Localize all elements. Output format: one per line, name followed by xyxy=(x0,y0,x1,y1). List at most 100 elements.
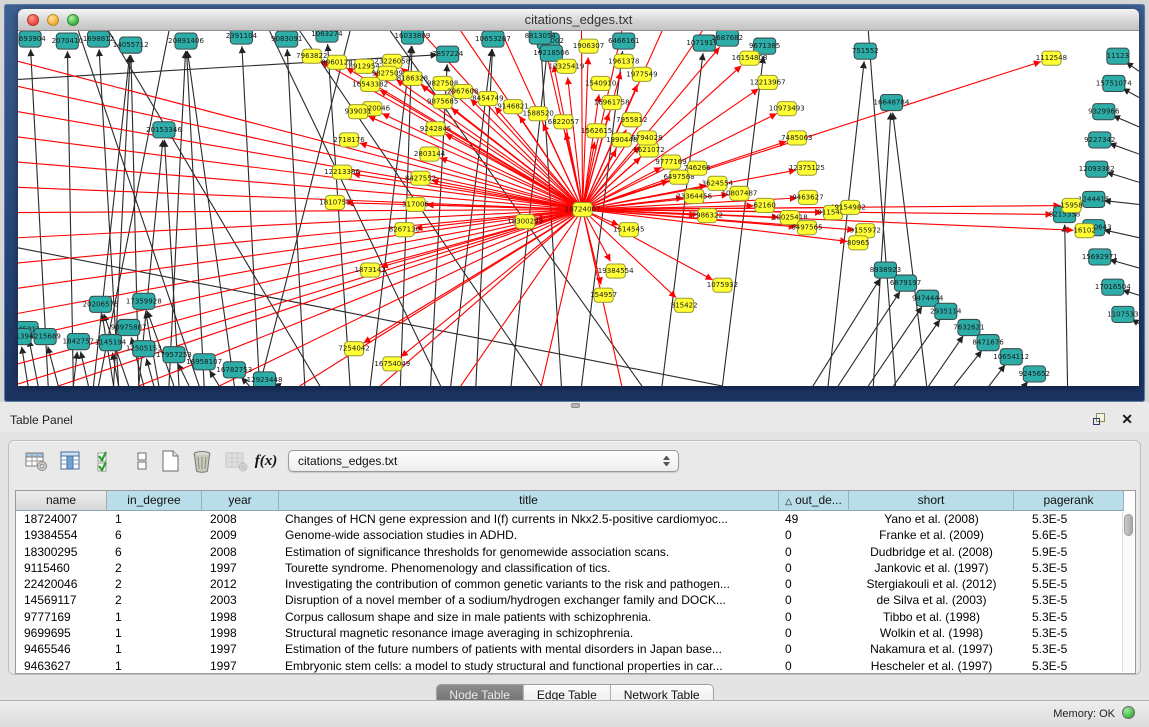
table-cell[interactable]: Stergiakouli et al. (2012) xyxy=(849,576,1014,592)
table-cell[interactable]: 0 xyxy=(779,592,849,608)
table-cell[interactable]: Changes of HCN gene expression and I(f) … xyxy=(279,511,779,527)
table-cell[interactable]: 0 xyxy=(779,544,849,560)
table-cell[interactable]: Investigating the contribution of common… xyxy=(279,576,779,592)
table-vertical-scrollbar[interactable] xyxy=(1122,512,1134,672)
table-cell[interactable]: 9465546 xyxy=(16,641,107,657)
table-cell[interactable]: 49 xyxy=(779,511,849,527)
column-header-name[interactable]: name xyxy=(16,491,107,511)
table-row[interactable]: 1872400712008Changes of HCN gene express… xyxy=(16,511,1122,527)
table-cell[interactable]: 5.3E-5 xyxy=(1014,641,1114,657)
citation-network-graph[interactable]: 1693904207041016988121405571220891406239… xyxy=(18,31,1139,386)
table-cell[interactable]: 9699695 xyxy=(16,625,107,641)
table-cell[interactable]: 0 xyxy=(779,609,849,625)
table-cell[interactable]: 5.3E-5 xyxy=(1014,625,1114,641)
table-settings-icon[interactable] xyxy=(23,448,49,474)
table-cell[interactable]: 5.3E-5 xyxy=(1014,609,1114,625)
function-icon[interactable]: f(x) xyxy=(253,448,279,474)
table-cell[interactable]: Franke et al. (2009) xyxy=(849,527,1014,543)
table-cell[interactable]: 0 xyxy=(779,658,849,673)
checklist-icon[interactable] xyxy=(93,448,119,474)
column-header-out_de[interactable]: △out_de... xyxy=(779,491,849,511)
table-row[interactable]: 1830029562008Estimation of significance … xyxy=(16,544,1122,560)
table-cell[interactable]: 2 xyxy=(107,592,202,608)
memory-ok-icon[interactable] xyxy=(1122,706,1135,719)
close-panel-icon[interactable]: ✕ xyxy=(1121,411,1133,428)
table-cell[interactable]: 2012 xyxy=(202,576,279,592)
table-cell[interactable]: de Silva et al. (2003) xyxy=(849,592,1014,608)
table-cell[interactable]: 1 xyxy=(107,641,202,657)
table-cell[interactable]: 6 xyxy=(107,544,202,560)
table-cell[interactable]: Wolkin et al. (1998) xyxy=(849,625,1014,641)
table-row[interactable]: 969969511998Structural magnetic resonanc… xyxy=(16,625,1122,641)
row-icon[interactable] xyxy=(129,448,155,474)
table-cell[interactable]: Disruption of a novel member of a sodium… xyxy=(279,592,779,608)
splitter-grip-icon[interactable] xyxy=(571,403,580,408)
table-cell[interactable]: 2008 xyxy=(202,544,279,560)
table-cell[interactable]: 1 xyxy=(107,658,202,673)
table-row[interactable]: 911546021997Tourette syndrome. Phenomeno… xyxy=(16,560,1122,576)
table-cell[interactable]: 18724007 xyxy=(16,511,107,527)
table-cell[interactable]: 6 xyxy=(107,527,202,543)
table-cell[interactable]: 2008 xyxy=(202,511,279,527)
table-cell[interactable]: 1 xyxy=(107,511,202,527)
table-cell[interactable]: Estimation of the future numbers of pati… xyxy=(279,641,779,657)
table-cell[interactable]: 0 xyxy=(779,527,849,543)
table-cell[interactable]: 0 xyxy=(779,625,849,641)
table-cell[interactable]: 0 xyxy=(779,641,849,657)
table-cell[interactable]: Hescheler et al. (1997) xyxy=(849,658,1014,673)
column-header-in_degree[interactable]: in_degree xyxy=(107,491,202,511)
minimize-window-button[interactable] xyxy=(47,14,59,26)
network-canvas[interactable]: 1693904207041016988121405571220891406239… xyxy=(18,31,1139,386)
column-header-year[interactable]: year xyxy=(202,491,279,511)
table-cell[interactable]: 2009 xyxy=(202,527,279,543)
table-cell[interactable]: 1 xyxy=(107,609,202,625)
table-cell[interactable]: Tibbo et al. (1998) xyxy=(849,609,1014,625)
table-cell[interactable]: 5.6E-5 xyxy=(1014,527,1114,543)
table-select[interactable]: citations_edges.txt xyxy=(288,450,679,472)
close-window-button[interactable] xyxy=(27,14,39,26)
zoom-window-button[interactable] xyxy=(67,14,79,26)
table-cell[interactable]: 0 xyxy=(779,576,849,592)
table-cell[interactable]: Genome-wide association studies in ADHD. xyxy=(279,527,779,543)
network-window-titlebar[interactable]: citations_edges.txt xyxy=(18,9,1139,31)
table-cell[interactable]: Yano et al. (2008) xyxy=(849,511,1014,527)
float-panel-icon[interactable] xyxy=(1093,413,1107,427)
table-row[interactable]: 977716911998Corpus callosum shape and si… xyxy=(16,609,1122,625)
network-window[interactable]: citations_edges.txt 16939042070410169881… xyxy=(18,9,1139,386)
table-cell[interactable]: 9463627 xyxy=(16,658,107,673)
table-cell[interactable]: 18300295 xyxy=(16,544,107,560)
column-select-icon[interactable] xyxy=(57,448,83,474)
table-row[interactable]: 1938455462009Genome-wide association stu… xyxy=(16,527,1122,543)
table-cell[interactable]: 1998 xyxy=(202,625,279,641)
table-cell[interactable]: 5.3E-5 xyxy=(1014,592,1114,608)
panel-splitter[interactable] xyxy=(0,402,1149,409)
table-cell[interactable]: 1998 xyxy=(202,609,279,625)
scrollbar-thumb[interactable] xyxy=(1124,514,1133,536)
table-cell[interactable]: 9777169 xyxy=(16,609,107,625)
table-cell[interactable]: 2 xyxy=(107,560,202,576)
column-header-pagerank[interactable]: pagerank xyxy=(1014,491,1124,511)
table-cell[interactable]: Jankovic et al. (1997) xyxy=(849,560,1014,576)
table-cell[interactable]: 5.3E-5 xyxy=(1014,658,1114,673)
table-cell[interactable]: 0 xyxy=(779,560,849,576)
column-header-short[interactable]: short xyxy=(849,491,1014,511)
table-cell[interactable]: Estimation of significance thresholds fo… xyxy=(279,544,779,560)
table-cell[interactable]: 5.3E-5 xyxy=(1014,560,1114,576)
table-cell[interactable]: 22420046 xyxy=(16,576,107,592)
table-cell[interactable]: Embryonic stem cells: a model to study s… xyxy=(279,658,779,673)
table-cell[interactable]: 5.9E-5 xyxy=(1014,544,1114,560)
table-cell[interactable]: 1997 xyxy=(202,641,279,657)
table-cell[interactable]: 1 xyxy=(107,625,202,641)
table-cell[interactable]: Tourette syndrome. Phenomenology and cla… xyxy=(279,560,779,576)
table-row[interactable]: 1456911722003Disruption of a novel membe… xyxy=(16,592,1122,608)
table-cell[interactable]: 9115460 xyxy=(16,560,107,576)
table-cell[interactable]: 1997 xyxy=(202,658,279,673)
trash-icon[interactable] xyxy=(189,448,215,474)
table-row[interactable]: 946554611997Estimation of the future num… xyxy=(16,641,1122,657)
table-row[interactable]: 2242004622012Investigating the contribut… xyxy=(16,576,1122,592)
new-document-icon[interactable] xyxy=(157,448,183,474)
table-cell[interactable]: Nakamura et al. (1997) xyxy=(849,641,1014,657)
table-cell[interactable]: Dudbridge et al. (2008) xyxy=(849,544,1014,560)
table-cell[interactable]: 14569117 xyxy=(16,592,107,608)
table-cell[interactable]: 2 xyxy=(107,576,202,592)
